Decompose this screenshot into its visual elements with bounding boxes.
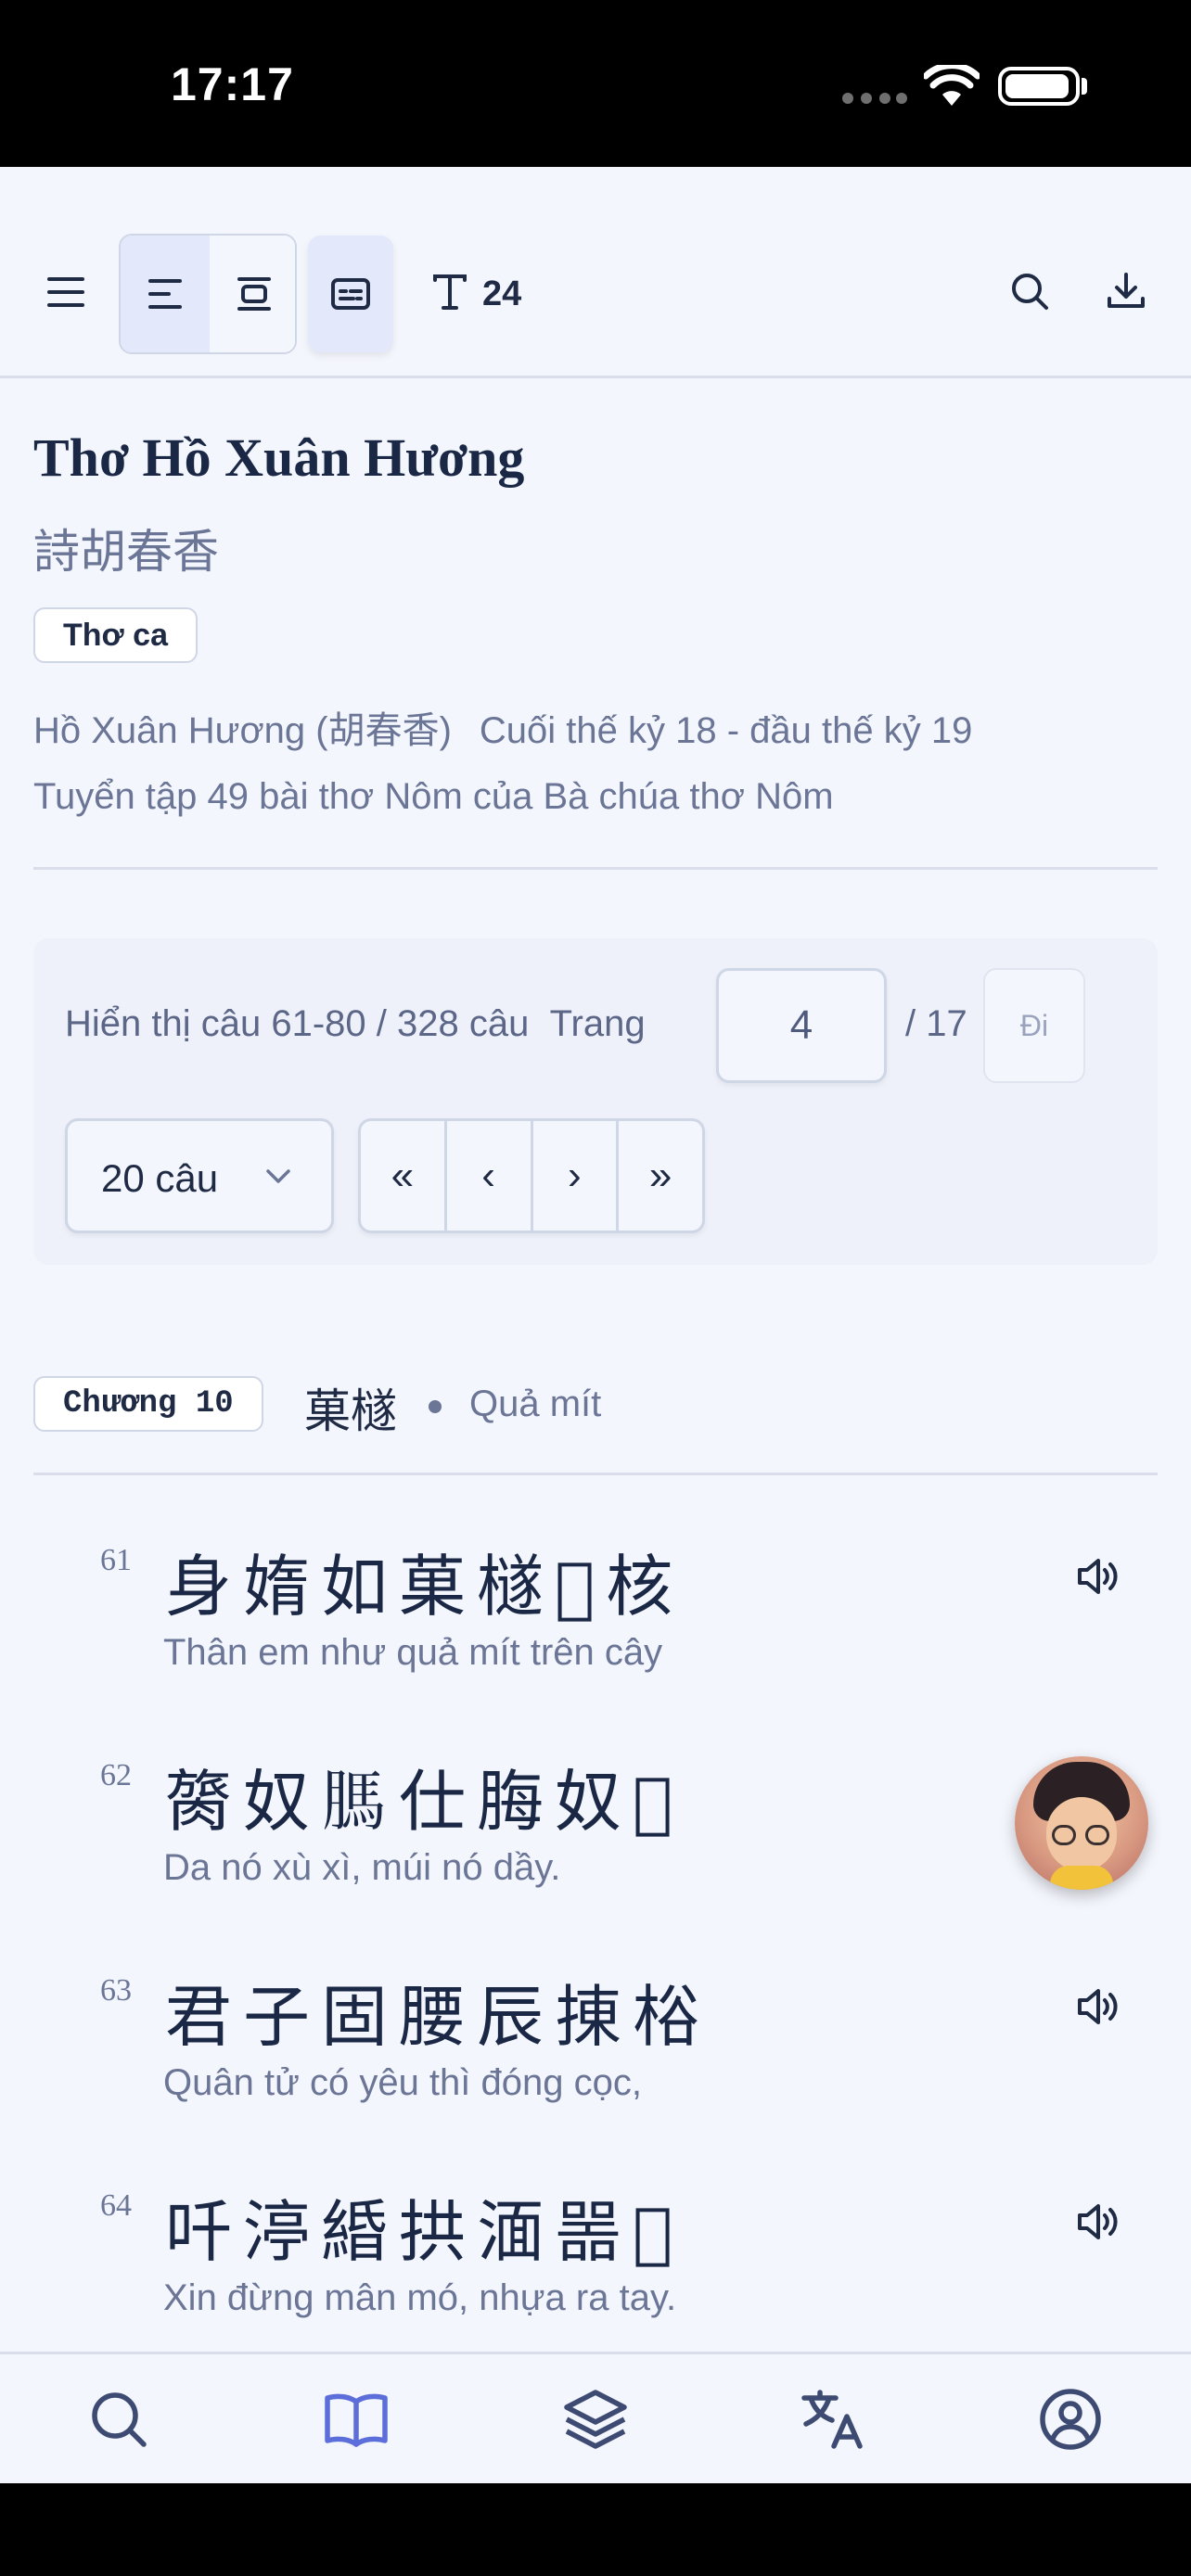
speaker-icon[interactable] [1074,2200,1122,2244]
status-bar: 17:17 [0,0,1191,167]
pagination-info: Hiển thị câu 61-80 / 328 câu Trang [65,1003,646,1045]
caption-icon [331,278,370,310]
battery-icon [998,67,1080,106]
chapter-title-viet: Quả mít [469,1384,602,1424]
battery-tip [1082,78,1087,95]
reader-toolbar: 24 [0,167,1191,378]
work-title: Thơ Hồ Xuân Hương [33,427,525,488]
range-text: Hiển thị câu 61-80 / 328 câu [65,1003,530,1044]
assistant-avatar-button[interactable] [1015,1756,1148,1890]
separator-dot [429,1400,442,1413]
cellular-signal-icon [842,93,907,106]
divider [33,867,1158,870]
first-page-button[interactable]: « [361,1121,447,1231]
per-page-value: 20 câu [101,1156,219,1200]
download-icon[interactable] [1100,265,1152,317]
profile-icon [1040,2389,1101,2450]
chapter-title-han: 菓檖 [304,1384,397,1438]
author-name: Hồ Xuân Hương (胡春香) [33,710,452,751]
text-size-icon[interactable] [427,269,473,315]
next-page-button[interactable]: › [533,1121,620,1231]
divider [33,1473,1158,1475]
book-icon [325,2393,388,2447]
menu-icon[interactable] [37,263,95,321]
search-icon [92,2392,147,2447]
verse-viet: Quân tử có yêu thì đóng cọc, [163,2062,642,2103]
per-page-select[interactable]: 20 câu [65,1118,334,1233]
avatar-body [1050,1866,1113,1890]
work-title-han: 詩胡春香 [33,525,219,579]
verse-number: 64 [100,2188,132,2223]
tab-translate[interactable] [796,2382,870,2456]
verse-han: 膐奴𦟐仕脢奴𦛌 [165,1763,685,1841]
verse-row[interactable]: 61 身媠如菓檖𨕭核 Thân em như quả mít trên cây [0,1532,1191,1747]
verse-number: 63 [100,1973,132,2008]
align-left-icon [148,279,182,309]
verse-viet: Da nó xù xì, múi nó dầy. [163,1847,561,1888]
pagination-panel: Hiển thị câu 61-80 / 328 câu Trang / 17 … [33,938,1158,1265]
go-button[interactable]: Đi [983,968,1085,1083]
caption-toggle-button[interactable] [308,236,393,352]
prev-page-button[interactable]: ‹ [447,1121,533,1231]
verse-han: 身媠如菓檖𨕭核 [165,1548,685,1626]
align-left-button[interactable] [121,236,210,352]
work-meta: Hồ Xuân Hương (胡春香) Cuối thế kỷ 18 - đầu … [33,700,972,754]
chevron-down-icon [266,1169,290,1183]
status-time: 17:17 [171,58,294,110]
verse-number: 61 [100,1543,132,1577]
last-page-button[interactable]: » [619,1121,702,1231]
bottom-tab-bar [0,2352,1191,2483]
home-indicator-area [0,2483,1191,2576]
page-number-input[interactable] [716,968,887,1083]
page-label: Trang [549,1003,646,1044]
avatar-glasses-right [1085,1825,1109,1845]
genre-badge: Thơ ca [33,607,198,663]
tab-collections[interactable] [558,2382,633,2456]
translate-icon [801,2390,863,2449]
layers-icon [564,2390,627,2449]
page-nav-group: « ‹ › » [358,1118,705,1233]
alignment-toggle [119,234,297,354]
verse-han: 吀渟緍拱湎噐𢬣 [165,2193,685,2271]
verse-row[interactable]: 62 膐奴𦟐仕脢奴𦛌 Da nó xù xì, múi nó dầy. [0,1747,1191,1962]
work-period: Cuối thế kỷ 18 - đầu thế kỷ 19 [479,710,973,751]
verse-row[interactable]: 63 君子固腰辰㨂㭲 Quân tử có yêu thì đóng cọc, [0,1962,1191,2177]
speaker-icon[interactable] [1074,1984,1122,2029]
avatar-glasses-left [1052,1825,1076,1845]
wifi-icon [924,65,980,106]
total-pages: / 17 [905,1003,967,1044]
font-size-value[interactable]: 24 [482,274,521,314]
work-description: Tuyển tập 49 bài thơ Nôm của Bà chúa thơ… [33,776,834,817]
verse-viet: Xin đừng mân mó, nhựa ra tay. [163,2277,677,2318]
verse-han: 君子固腰辰㨂㭲 [165,1978,711,2056]
align-center-button[interactable] [210,236,295,352]
chapter-badge: Chương 10 [33,1376,263,1432]
search-icon[interactable] [1004,265,1056,317]
tab-profile[interactable] [1033,2382,1108,2456]
tab-search[interactable] [82,2382,156,2456]
tab-reader[interactable] [319,2382,393,2456]
verse-number: 62 [100,1758,132,1792]
speaker-icon[interactable] [1074,1554,1122,1599]
verse-viet: Thân em như quả mít trên cây [163,1632,663,1673]
align-center-icon [237,277,271,311]
